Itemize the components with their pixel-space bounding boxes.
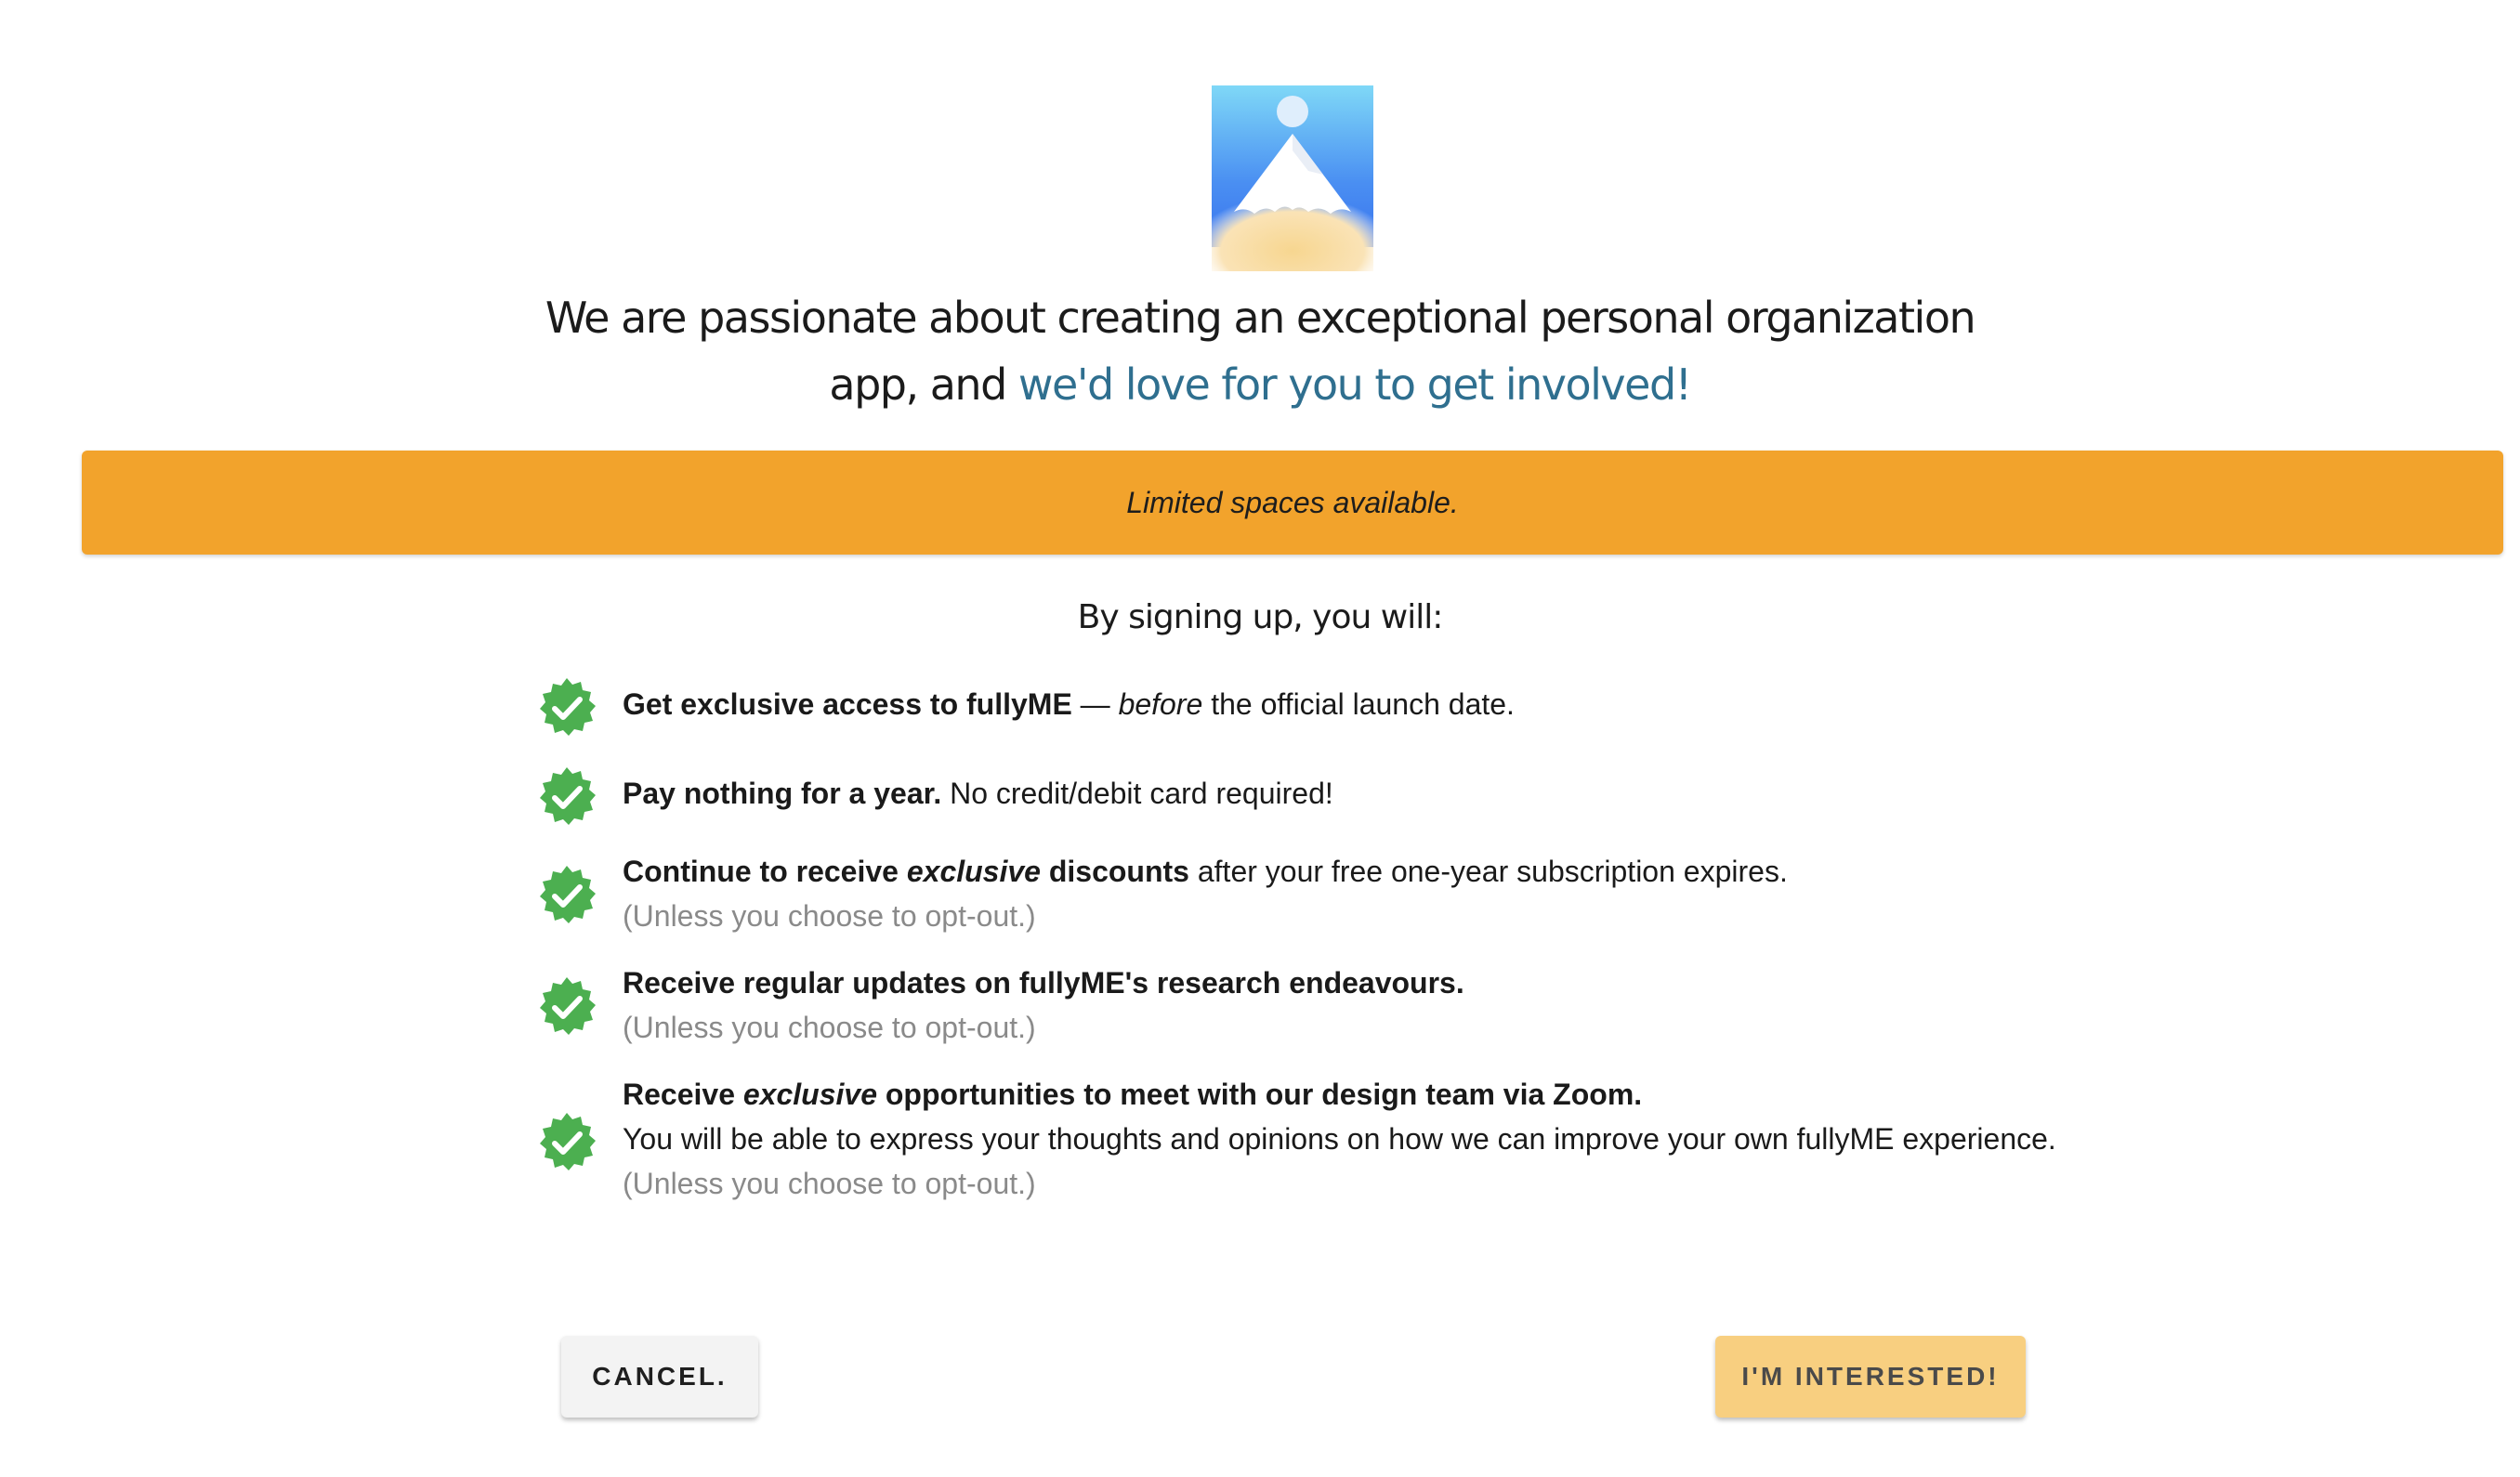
verified-check-icon — [540, 678, 596, 736]
benefit-bold-italic: exclusive — [906, 855, 1041, 888]
benefit-bold: Pay nothing for a year. — [623, 777, 942, 810]
benefit-text: Receive regular updates on fullyME's res… — [623, 961, 1464, 1050]
benefit-bold-italic: exclusive — [742, 1078, 877, 1111]
interested-button[interactable]: I'M INTERESTED! — [1715, 1336, 2026, 1418]
benefit-text: Get exclusive access to fullyME — before… — [623, 682, 1515, 726]
opt-out-note: (Unless you choose to opt-out.) — [623, 1011, 1036, 1044]
verified-check-icon — [540, 977, 596, 1035]
limited-spaces-banner: Limited spaces available. — [82, 451, 2503, 555]
benefit-detail: You will be able to express your thought… — [623, 1122, 2056, 1156]
benefit-bold: Receive regular updates on fullyME's res… — [623, 966, 1464, 1000]
benefit-dash: — — [1071, 687, 1119, 721]
benefit-text: Receive exclusive opportunities to meet … — [623, 1072, 2056, 1206]
opt-out-note: (Unless you choose to opt-out.) — [623, 899, 1036, 933]
benefit-rest: No credit/debit card required! — [941, 777, 1333, 810]
verified-check-icon — [540, 866, 596, 923]
opt-out-note: (Unless you choose to opt-out.) — [623, 1167, 1036, 1200]
benefits-heading: By signing up, you will: — [1077, 598, 1444, 636]
benefit-bold: Get exclusive access to fullyME — [623, 687, 1072, 721]
verified-check-icon — [540, 1113, 596, 1170]
benefit-bold: Continue to receive — [623, 855, 907, 888]
headline-accent-text: we'd love for you to get involved! — [1017, 359, 1692, 410]
benefit-italic: before — [1118, 687, 1203, 721]
banner-text: Limited spaces available. — [1126, 485, 1459, 519]
benefit-rest: the official launch date. — [1202, 687, 1515, 721]
benefit-rest: after your free one-year subscription ex… — [1188, 855, 1788, 888]
benefit-bold: opportunities to meet with our design te… — [876, 1078, 1643, 1111]
benefit-text: Continue to receive exclusive discounts … — [623, 849, 1788, 938]
signup-dialog: We are passionate about creating an exce… — [0, 0, 2520, 1477]
benefit-text: Pay nothing for a year. No credit/debit … — [623, 771, 1333, 816]
cancel-button[interactable]: CANCEL. — [561, 1336, 758, 1418]
verified-check-icon — [540, 767, 596, 825]
benefit-bold: discounts — [1040, 855, 1189, 888]
mountain-logo-icon — [1212, 85, 1373, 271]
page-headline: We are passionate about creating an exce… — [517, 284, 2003, 418]
benefit-bold: Receive — [623, 1078, 743, 1111]
